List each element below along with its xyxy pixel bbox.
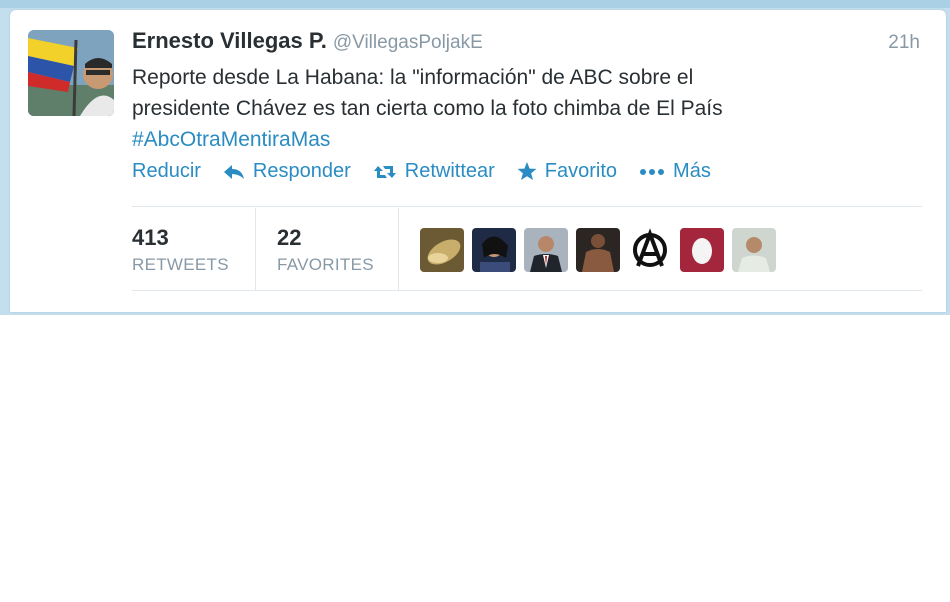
collapse-label: Reducir [132, 160, 201, 182]
more-label: Más [673, 160, 711, 182]
favoriter-avatars [420, 228, 784, 272]
favorite-button[interactable]: Favorito [517, 160, 617, 183]
retweets-count: 413 [132, 225, 169, 250]
star-icon [517, 162, 537, 181]
stats-separator [255, 208, 256, 291]
reply-label: Responder [252, 160, 351, 182]
woman-portrait-avatar[interactable] [472, 228, 516, 272]
retweet-button[interactable]: Retwittear [373, 160, 495, 183]
expanded-tweet-card: Ernesto Villegas P. @VillegasPoljakE 21h … [10, 10, 946, 312]
more-dots-icon [639, 168, 665, 176]
tweet-header: Ernesto Villegas P. @VillegasPoljakE [132, 28, 483, 56]
anarchy-symbol-avatar[interactable] [628, 228, 672, 272]
author-avatar-image [28, 30, 114, 116]
gold-abstract-avatar[interactable] [420, 228, 464, 272]
default-egg-avatar[interactable] [680, 228, 724, 272]
man-in-suit-avatar[interactable] [524, 228, 568, 272]
tweet-text: Reporte desde La Habana: la "información… [132, 62, 922, 155]
tweet-text-line-2: presidente Chávez es tan cierta como la … [132, 97, 723, 120]
shirtless-man-avatar[interactable] [576, 228, 620, 272]
author-avatar[interactable] [28, 30, 114, 116]
tweet-stats: 413 RETWEETS 22 FAVORITES [132, 208, 922, 291]
retweet-label: Retwittear [404, 160, 495, 182]
favorites-label: FAVORITES [277, 255, 374, 274]
tweet-text-line-1: Reporte desde La Habana: la "información… [132, 66, 694, 89]
author-handle[interactable]: @VillegasPoljakE [333, 32, 483, 53]
stats-separator [398, 208, 399, 291]
man-portrait-avatar[interactable] [732, 228, 776, 272]
stats-top-divider [132, 206, 922, 207]
hashtag-link[interactable]: #AbcOtraMentiraMas [132, 124, 922, 155]
reply-button[interactable]: Responder [223, 160, 351, 183]
retweet-icon [373, 163, 397, 181]
reply-icon [223, 163, 245, 181]
more-button[interactable]: Más [639, 160, 711, 183]
stats-bottom-divider [132, 290, 922, 291]
favorites-count: 22 [277, 225, 302, 250]
tweet-timestamp[interactable]: 21h [888, 32, 920, 54]
favorite-label: Favorito [544, 160, 618, 182]
retweets-label: RETWEETS [132, 255, 229, 274]
collapse-button[interactable]: Reducir [132, 160, 201, 183]
top-strip [0, 0, 950, 8]
tweet-actions: Reducir Responder Retwittear Favorito Má… [132, 160, 733, 183]
author-display-name[interactable]: Ernesto Villegas P. [132, 28, 327, 53]
